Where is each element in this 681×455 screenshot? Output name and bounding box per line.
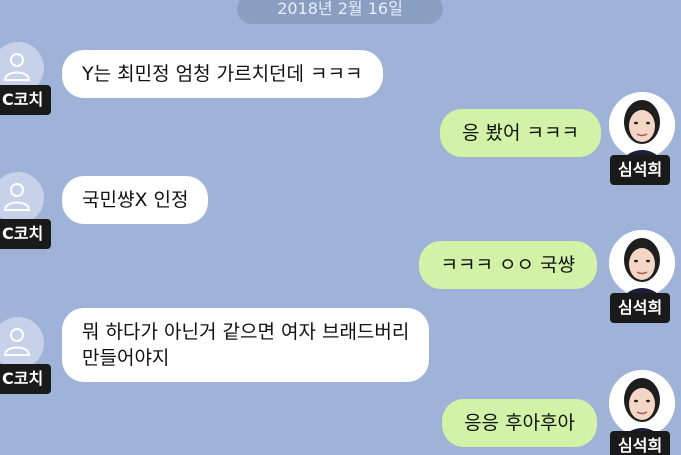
coach-avatar[interactable]	[0, 317, 44, 369]
my-name-tag: 심석희	[610, 431, 671, 455]
message-bubble-incoming[interactable]: Y는 최민정 엄청 가르치던데 ㅋㅋㅋ	[62, 50, 383, 98]
coach-name-tag: C코치	[0, 219, 52, 249]
my-avatar[interactable]	[609, 92, 675, 158]
my-name-tag: 심석희	[610, 293, 671, 323]
default-person-icon	[3, 328, 31, 356]
date-divider: 2018년 2월 16일	[237, 0, 443, 24]
default-person-icon	[3, 183, 31, 211]
message-bubble-outgoing[interactable]: 응 봤어 ㅋㅋㅋ	[440, 109, 601, 157]
message-bubble-incoming[interactable]: 뭐 하다가 아닌거 같으면 여자 브래드버리 만들어야지	[62, 308, 430, 382]
message-line: 만들어야지	[82, 347, 170, 369]
default-person-icon	[3, 53, 31, 81]
profile-photo	[609, 92, 675, 158]
coach-avatar[interactable]	[0, 172, 44, 224]
my-avatar[interactable]	[609, 230, 675, 296]
message-bubble-outgoing[interactable]: ㅋㅋㅋ ㅇㅇ 국썅	[418, 241, 597, 289]
message-line: 뭐 하다가 아닌거 같으면 여자 브래드버리	[82, 321, 410, 343]
coach-name-tag: C코치	[0, 85, 52, 115]
chat-screen[interactable]: 2018년 2월 16일 C코치 Y는 최민정 엄청 가르치던데 ㅋㅋㅋ 심석희…	[0, 0, 681, 455]
message-bubble-outgoing[interactable]: 응응 후아후아	[442, 399, 597, 447]
profile-photo	[609, 370, 675, 436]
profile-photo	[609, 230, 675, 296]
my-name-tag: 심석희	[610, 155, 671, 185]
my-avatar[interactable]	[609, 370, 675, 436]
coach-name-tag: C코치	[0, 364, 52, 394]
message-bubble-incoming[interactable]: 국민썅X 인정	[62, 176, 209, 224]
